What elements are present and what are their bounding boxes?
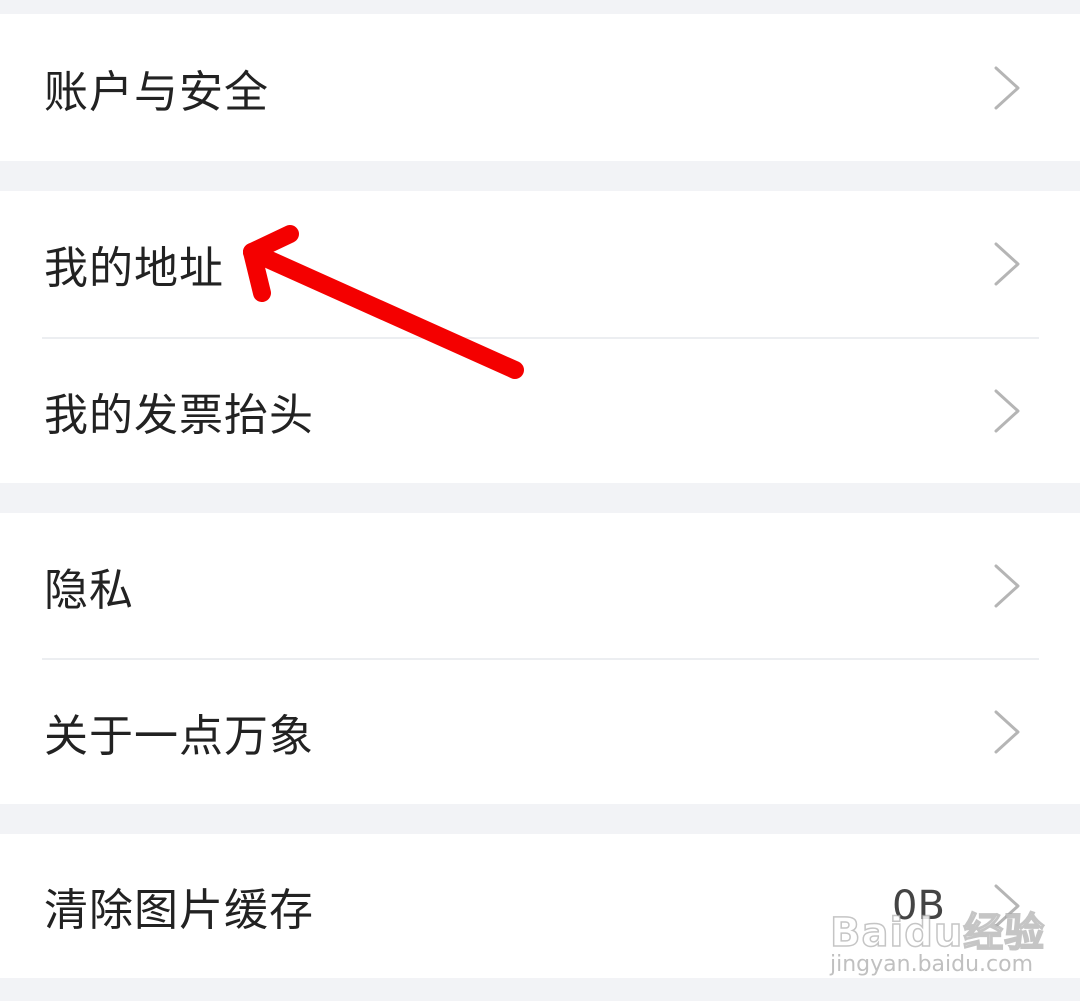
chevron-right-icon <box>994 66 1020 109</box>
row-label-account-security: 账户与安全 <box>44 66 269 118</box>
row-label-my-address: 我的地址 <box>44 243 224 294</box>
chevron-right-icon <box>994 884 1020 928</box>
settings-row-my-address[interactable]: 我的地址 <box>0 191 1080 337</box>
settings-row-privacy[interactable]: 隐私 <box>0 513 1080 658</box>
settings-group-address: 我的地址 我的发票抬头 <box>0 191 1080 483</box>
cache-size-value: 0B <box>892 883 945 929</box>
settings-row-account-security[interactable]: 账户与安全 <box>0 14 1080 161</box>
settings-row-about[interactable]: 关于一点万象 <box>0 660 1080 804</box>
top-spacer <box>0 0 1080 12</box>
row-label-clear-image-cache: 清除图片缓存 <box>44 885 314 936</box>
chevron-right-icon <box>994 710 1020 754</box>
row-label-invoice-title: 我的发票抬头 <box>44 390 314 441</box>
row-label-privacy: 隐私 <box>44 564 134 616</box>
settings-group-cache: 清除图片缓存 0B <box>0 834 1080 978</box>
settings-row-clear-image-cache[interactable]: 清除图片缓存 0B <box>0 834 1080 978</box>
settings-group-account: 账户与安全 <box>0 14 1080 161</box>
settings-group-privacy: 隐私 关于一点万象 <box>0 513 1080 804</box>
settings-row-invoice-title[interactable]: 我的发票抬头 <box>0 339 1080 483</box>
row-label-about: 关于一点万象 <box>44 711 314 762</box>
settings-screen: 账户与安全 我的地址 我的发票抬头 隐私 关于一点万象 清除图片缓存 0B Ba… <box>0 0 1080 1001</box>
chevron-right-icon <box>994 564 1020 607</box>
chevron-right-icon <box>994 242 1020 286</box>
chevron-right-icon <box>994 389 1020 433</box>
